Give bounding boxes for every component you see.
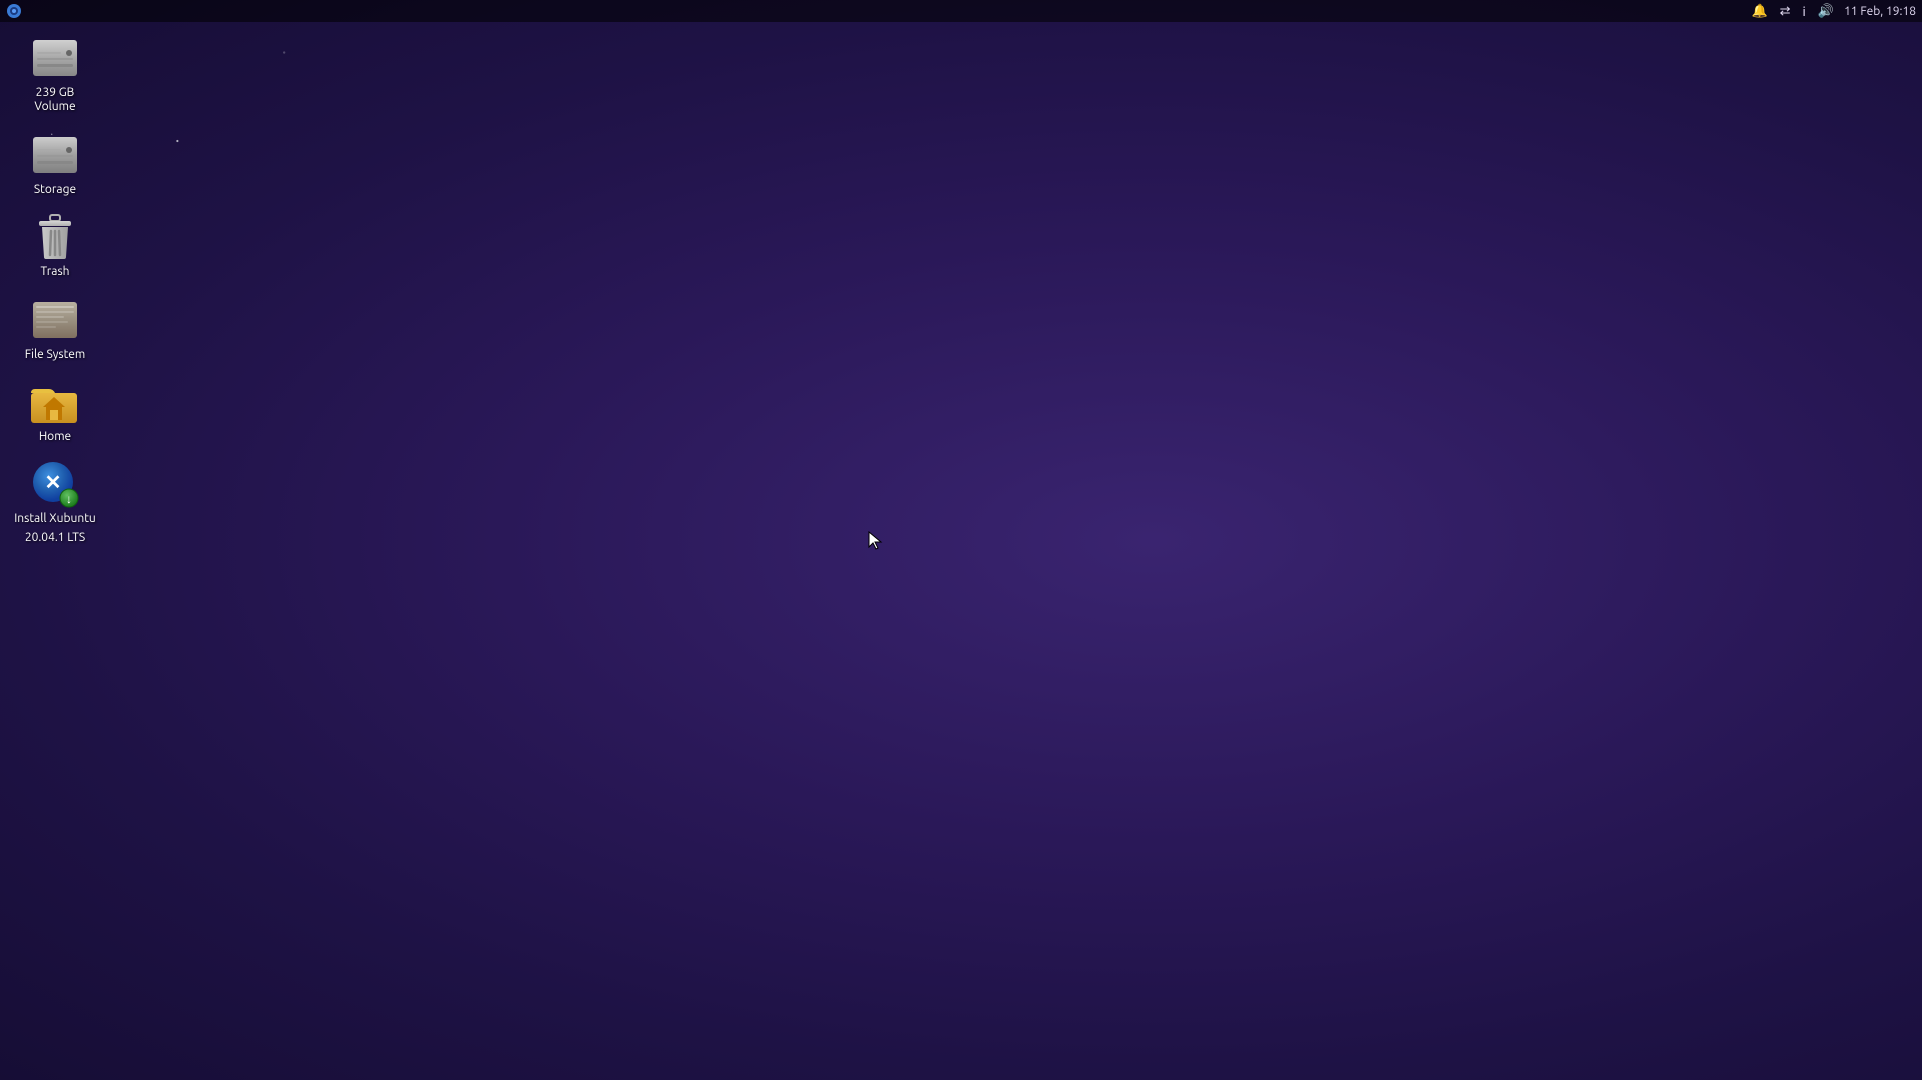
app-menu-icon[interactable]	[6, 3, 22, 19]
clock: 11 Feb, 19:18	[1844, 5, 1916, 18]
storage-image	[31, 131, 79, 179]
desktop-icon-trash[interactable]: Trash	[10, 209, 100, 283]
storage-label: Storage	[34, 183, 76, 197]
install-label-line1: Install Xubuntu	[14, 512, 96, 526]
svg-text:✕: ✕	[45, 472, 62, 494]
desktop-icon-hdd-volume[interactable]: 239 GB Volume	[10, 30, 100, 119]
install-image: ✕ ↓	[31, 460, 79, 508]
network-icon[interactable]: ⇄	[1778, 4, 1793, 19]
taskbar: 🔔 ⇄ ℹ 🔊 11 Feb, 19:18	[0, 0, 1922, 22]
home-label: Home	[39, 430, 71, 444]
desktop-icons-container: 239 GB Volume Storage	[10, 30, 100, 549]
filesystem-image	[31, 296, 79, 344]
install-label-line2: 20.04.1 LTS	[25, 531, 85, 545]
notification-bell-icon[interactable]: 🔔	[1749, 4, 1769, 19]
hdd-volume-image	[31, 34, 79, 82]
hdd-volume-label: 239 GB Volume	[14, 86, 96, 115]
home-image	[31, 378, 79, 426]
svg-text:↓: ↓	[66, 492, 72, 506]
desktop-icon-install[interactable]: ✕ ↓ Install Xubuntu 20.04.1 LTS	[10, 456, 100, 549]
filesystem-label: File System	[25, 348, 86, 362]
desktop-icon-storage[interactable]: Storage	[10, 127, 100, 201]
desktop-icon-filesystem[interactable]: File System	[10, 292, 100, 366]
volume-icon[interactable]: 🔊	[1816, 4, 1836, 19]
desktop-background	[0, 0, 1922, 1080]
info-icon[interactable]: ℹ	[1801, 2, 1808, 20]
desktop-icon-home[interactable]: Home	[10, 374, 100, 448]
taskbar-left	[6, 3, 22, 19]
taskbar-right: 🔔 ⇄ ℹ 🔊 11 Feb, 19:18	[1749, 2, 1916, 20]
trash-image	[31, 213, 79, 261]
trash-label: Trash	[40, 265, 69, 279]
